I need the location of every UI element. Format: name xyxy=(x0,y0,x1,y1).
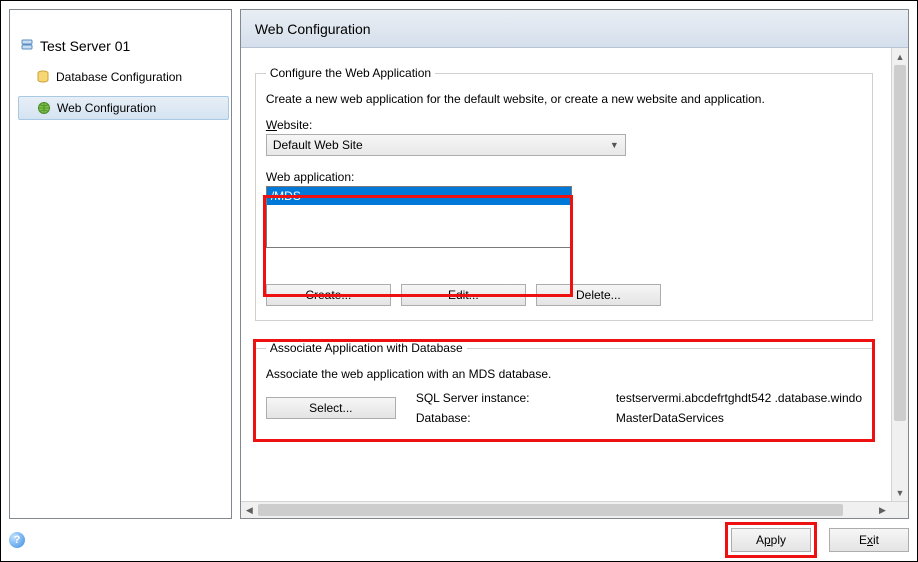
server-icon xyxy=(20,39,34,53)
scroll-thumb-h[interactable] xyxy=(258,504,843,516)
scroll-thumb[interactable] xyxy=(894,65,906,421)
config-manager-window: Test Server 01 Database Configuration We… xyxy=(0,0,918,562)
page-title-text: Web Configuration xyxy=(255,21,371,37)
chevron-down-icon: ▼ xyxy=(610,140,619,150)
configure-legend: Configure the Web Application xyxy=(266,66,435,80)
footer-buttons: Apply Exit xyxy=(725,522,909,558)
page-title: Web Configuration xyxy=(241,10,908,48)
tree-root-label: Test Server 01 xyxy=(40,38,130,54)
select-button[interactable]: Select... xyxy=(266,397,396,419)
sidebar-item-label: Database Configuration xyxy=(56,70,182,84)
exit-button[interactable]: Exit xyxy=(829,528,909,552)
create-button[interactable]: Create... xyxy=(266,284,391,306)
body: Test Server 01 Database Configuration We… xyxy=(9,9,909,519)
configure-description: Create a new web application for the def… xyxy=(266,92,862,106)
scroll-up-icon[interactable]: ▲ xyxy=(892,48,908,65)
database-value: MasterDataServices xyxy=(616,411,862,425)
associate-description: Associate the web application with an MD… xyxy=(266,367,862,381)
content-wrap: Configure the Web Application Create a n… xyxy=(241,48,908,501)
website-value: Default Web Site xyxy=(273,138,363,152)
sidebar-item-web-configuration[interactable]: Web Configuration xyxy=(18,96,229,120)
main-panel: Web Configuration Configure the Web Appl… xyxy=(240,9,909,519)
associate-legend: Associate Application with Database xyxy=(266,341,467,355)
database-label: Database: xyxy=(416,411,606,425)
sidebar-item-label: Web Configuration xyxy=(57,101,156,115)
webapp-listbox[interactable]: /MDS xyxy=(266,186,572,248)
footer: ? Apply Exit xyxy=(9,525,909,555)
associate-database-group: Associate Application with Database Asso… xyxy=(255,341,873,440)
configure-webapp-group: Configure the Web Application Create a n… xyxy=(255,66,873,321)
webapp-button-row: Create... Edit... Delete... xyxy=(266,284,862,306)
scroll-track-h[interactable] xyxy=(258,502,874,518)
horizontal-scrollbar[interactable]: ◀ ▶ xyxy=(241,501,908,518)
edit-button[interactable]: Edit... xyxy=(401,284,526,306)
scroll-corner xyxy=(891,502,908,518)
vertical-scrollbar[interactable]: ▲ ▼ xyxy=(891,48,908,501)
scroll-down-icon[interactable]: ▼ xyxy=(892,484,908,501)
tree-root[interactable]: Test Server 01 xyxy=(18,34,229,58)
content: Configure the Web Application Create a n… xyxy=(241,48,891,501)
highlight-apply: Apply xyxy=(725,522,817,558)
sql-instance-label: SQL Server instance: xyxy=(416,391,606,405)
webapp-label: Web application: xyxy=(266,170,572,184)
apply-button[interactable]: Apply xyxy=(731,528,811,552)
sql-instance-value: testservermi.abcdefrtghdt542 .database.w… xyxy=(616,391,862,405)
website-label: Website: xyxy=(266,118,862,132)
scroll-left-icon[interactable]: ◀ xyxy=(241,502,258,518)
website-dropdown[interactable]: Default Web Site ▼ xyxy=(266,134,626,156)
scroll-right-icon[interactable]: ▶ xyxy=(874,502,891,518)
sidebar: Test Server 01 Database Configuration We… xyxy=(9,9,232,519)
assoc-grid: Select... SQL Server instance: testserve… xyxy=(266,391,862,425)
webapp-item-mds[interactable]: /MDS xyxy=(267,187,571,205)
delete-button[interactable]: Delete... xyxy=(536,284,661,306)
globe-icon xyxy=(37,101,51,115)
sidebar-item-database-configuration[interactable]: Database Configuration xyxy=(18,66,229,88)
help-icon[interactable]: ? xyxy=(9,532,25,548)
scroll-track[interactable] xyxy=(892,65,908,484)
database-icon xyxy=(36,70,50,84)
